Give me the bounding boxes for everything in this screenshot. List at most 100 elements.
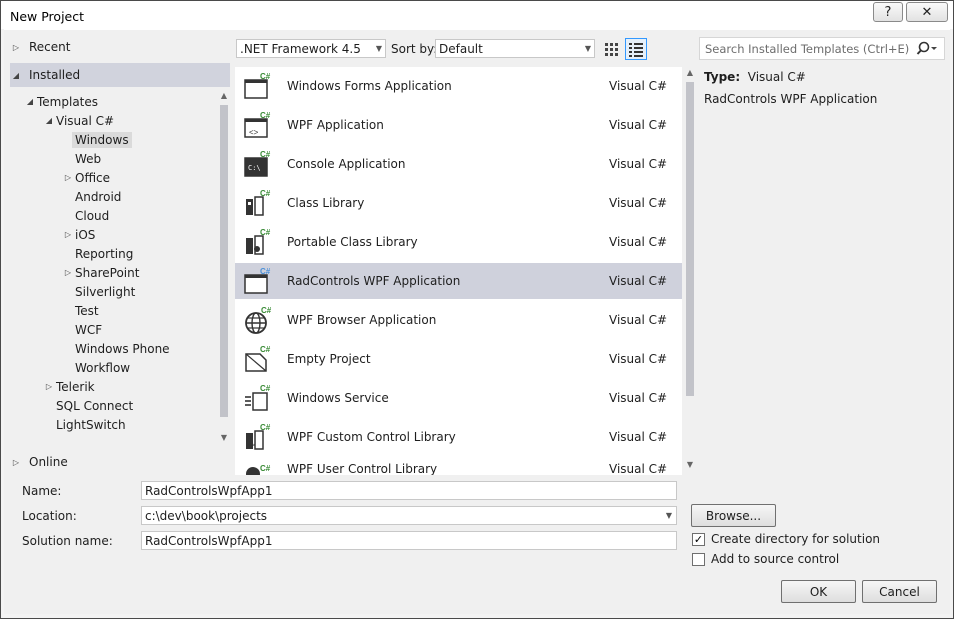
tree-item-templates[interactable]: ◢ Templates [24, 92, 98, 111]
tree-item-label: Visual C# [56, 113, 115, 128]
svg-text:C#: C# [260, 345, 271, 354]
tree-item-label: Web [75, 151, 102, 166]
expand-arrow-icon: ▷ [12, 42, 20, 52]
template-name: RadControls WPF Application [287, 274, 461, 288]
tree-item-cloud[interactable]: Cloud [75, 206, 109, 225]
sort-label: Sort by: [391, 42, 438, 56]
list-item[interactable]: C# WPF User Control Library Visual C# [235, 458, 682, 475]
sort-value: Default [439, 41, 483, 56]
new-project-dialog: New Project ? ✕ ▷ Recent ◢ Installed ◢ Temp… [0, 0, 954, 619]
tree-item-test[interactable]: Test [75, 301, 99, 320]
tree-item-reporting[interactable]: Reporting [75, 244, 133, 263]
tree-item-lightswitch[interactable]: LightSwitch [56, 415, 126, 434]
chevron-down-icon[interactable]: ▼ [666, 511, 672, 520]
list-item[interactable]: C# Windows Forms Application Visual C# [235, 68, 682, 104]
collapse-arrow-icon: ◢ [12, 70, 20, 80]
list-item[interactable]: <> C# WPF Custom Control Library Visual C# [235, 419, 682, 455]
scroll-up-icon[interactable]: ▲ [217, 91, 231, 103]
help-icon: ? [884, 4, 892, 20]
search-placeholder: Search Installed Templates (Ctrl+E) [705, 41, 910, 56]
tree-item-label: Windows Phone [75, 341, 170, 356]
scroll-thumb[interactable] [220, 105, 228, 417]
name-field[interactable]: RadControlsWpfApp1 [141, 481, 677, 500]
tree-item-telerik[interactable]: ▷ Telerik [43, 377, 95, 396]
template-list-scrollbar[interactable]: ▲ ▼ [683, 67, 697, 475]
grid-view-button[interactable] [601, 39, 621, 59]
template-name: Windows Forms Application [287, 79, 452, 93]
radcontrols-icon: C# [244, 267, 271, 294]
template-language: Visual C# [609, 352, 668, 366]
scroll-down-icon[interactable]: ▼ [217, 433, 231, 445]
scroll-down-icon[interactable]: ▼ [683, 460, 697, 472]
tree-item-sql-connect[interactable]: SQL Connect [56, 396, 133, 415]
nav-installed-label: Installed [29, 68, 81, 82]
template-nav: ▷ Recent ◢ Installed ◢ Templates ◢ Visual C#… [10, 33, 233, 476]
browse-label: Browse... [705, 508, 762, 523]
framework-value: .NET Framework 4.5 [240, 41, 361, 56]
template-name: Portable Class Library [287, 235, 418, 249]
tree-item-silverlight[interactable]: Silverlight [75, 282, 135, 301]
class-library-icon: C# [246, 189, 271, 216]
list-item[interactable]: C:\ C# Console Application Visual C# [235, 146, 682, 182]
template-tree: ◢ Templates ◢ Visual C# Windows Web ▷ Offic… [10, 91, 216, 446]
create-directory-label: Create directory for solution [711, 532, 881, 546]
close-button[interactable]: ✕ [906, 2, 948, 22]
list-view-icon [629, 43, 643, 57]
list-item[interactable]: C# Class Library Visual C# [235, 185, 682, 221]
source-control-checkbox[interactable] [692, 553, 705, 566]
search-templates-input[interactable]: Search Installed Templates (Ctrl+E) [699, 37, 945, 60]
tree-item-label: Test [75, 303, 99, 318]
list-item[interactable]: C# Portable Class Library Visual C# [235, 224, 682, 260]
tree-item-label: LightSwitch [56, 417, 126, 432]
collapse-arrow-icon: ◢ [26, 97, 34, 106]
framework-select[interactable]: .NET Framework 4.5 ▼ [236, 39, 386, 58]
tree-item-sharepoint[interactable]: ▷ SharePoint [62, 263, 140, 282]
tree-item-windows-phone[interactable]: Windows Phone [75, 339, 170, 358]
template-language: Visual C# [609, 118, 668, 132]
expand-arrow-icon: ▷ [45, 382, 53, 391]
tree-item-visual-csharp[interactable]: ◢ Visual C# [43, 111, 114, 130]
sort-select[interactable]: Default ▼ [435, 39, 595, 58]
list-item[interactable]: C# Windows Service Visual C# [235, 380, 682, 416]
list-item[interactable]: C# WPF Browser Application Visual C# [235, 302, 682, 338]
nav-online[interactable]: ▷ Online [10, 451, 230, 473]
cancel-button[interactable]: Cancel [862, 580, 937, 603]
nav-installed[interactable]: ◢ Installed [10, 63, 230, 87]
type-row: Type: Visual C# [704, 70, 944, 84]
location-label: Location: [22, 509, 77, 523]
svg-text:C#: C# [261, 306, 271, 315]
location-field[interactable]: c:\dev\book\projects ▼ [141, 506, 677, 525]
scroll-up-icon[interactable]: ▲ [683, 68, 697, 80]
tree-item-web[interactable]: Web [75, 149, 101, 168]
nav-recent-label: Recent [29, 40, 71, 54]
expand-arrow-icon: ▷ [64, 230, 72, 239]
expand-arrow-icon: ▷ [12, 457, 20, 467]
list-item[interactable]: <> C# WPF Application Visual C# [235, 107, 682, 143]
search-icon[interactable] [916, 40, 938, 61]
browse-button[interactable]: Browse... [691, 504, 776, 527]
list-view-button[interactable] [625, 38, 647, 60]
tree-item-windows[interactable]: Windows [72, 130, 132, 149]
template-name: WPF Application [287, 118, 384, 132]
tree-item-android[interactable]: Android [75, 187, 121, 206]
cancel-label: Cancel [879, 584, 920, 599]
nav-recent[interactable]: ▷ Recent [10, 36, 230, 58]
tree-item-label: Cloud [75, 208, 110, 223]
tree-item-label: Telerik [56, 379, 95, 394]
tree-item-ios[interactable]: ▷ iOS [62, 225, 95, 244]
ok-button[interactable]: OK [781, 580, 856, 603]
globe-icon: C# [245, 306, 271, 334]
list-item[interactable]: C# Empty Project Visual C# [235, 341, 682, 377]
tree-item-wcf[interactable]: WCF [75, 320, 102, 339]
solution-name-field[interactable]: RadControlsWpfApp1 [141, 531, 677, 550]
tree-item-office[interactable]: ▷ Office [62, 168, 110, 187]
svg-text:C#: C# [260, 267, 271, 276]
scroll-thumb[interactable] [686, 82, 694, 396]
tree-scrollbar[interactable]: ▲ ▼ [217, 91, 231, 446]
create-directory-checkbox[interactable]: ✓ [692, 533, 705, 546]
template-name: WPF Browser Application [287, 313, 437, 327]
help-button[interactable]: ? [873, 2, 903, 22]
list-item-selected[interactable]: C# RadControls WPF Application Visual C# [235, 263, 682, 299]
tree-item-workflow[interactable]: Workflow [75, 358, 130, 377]
svg-text:<>: <> [249, 128, 259, 137]
